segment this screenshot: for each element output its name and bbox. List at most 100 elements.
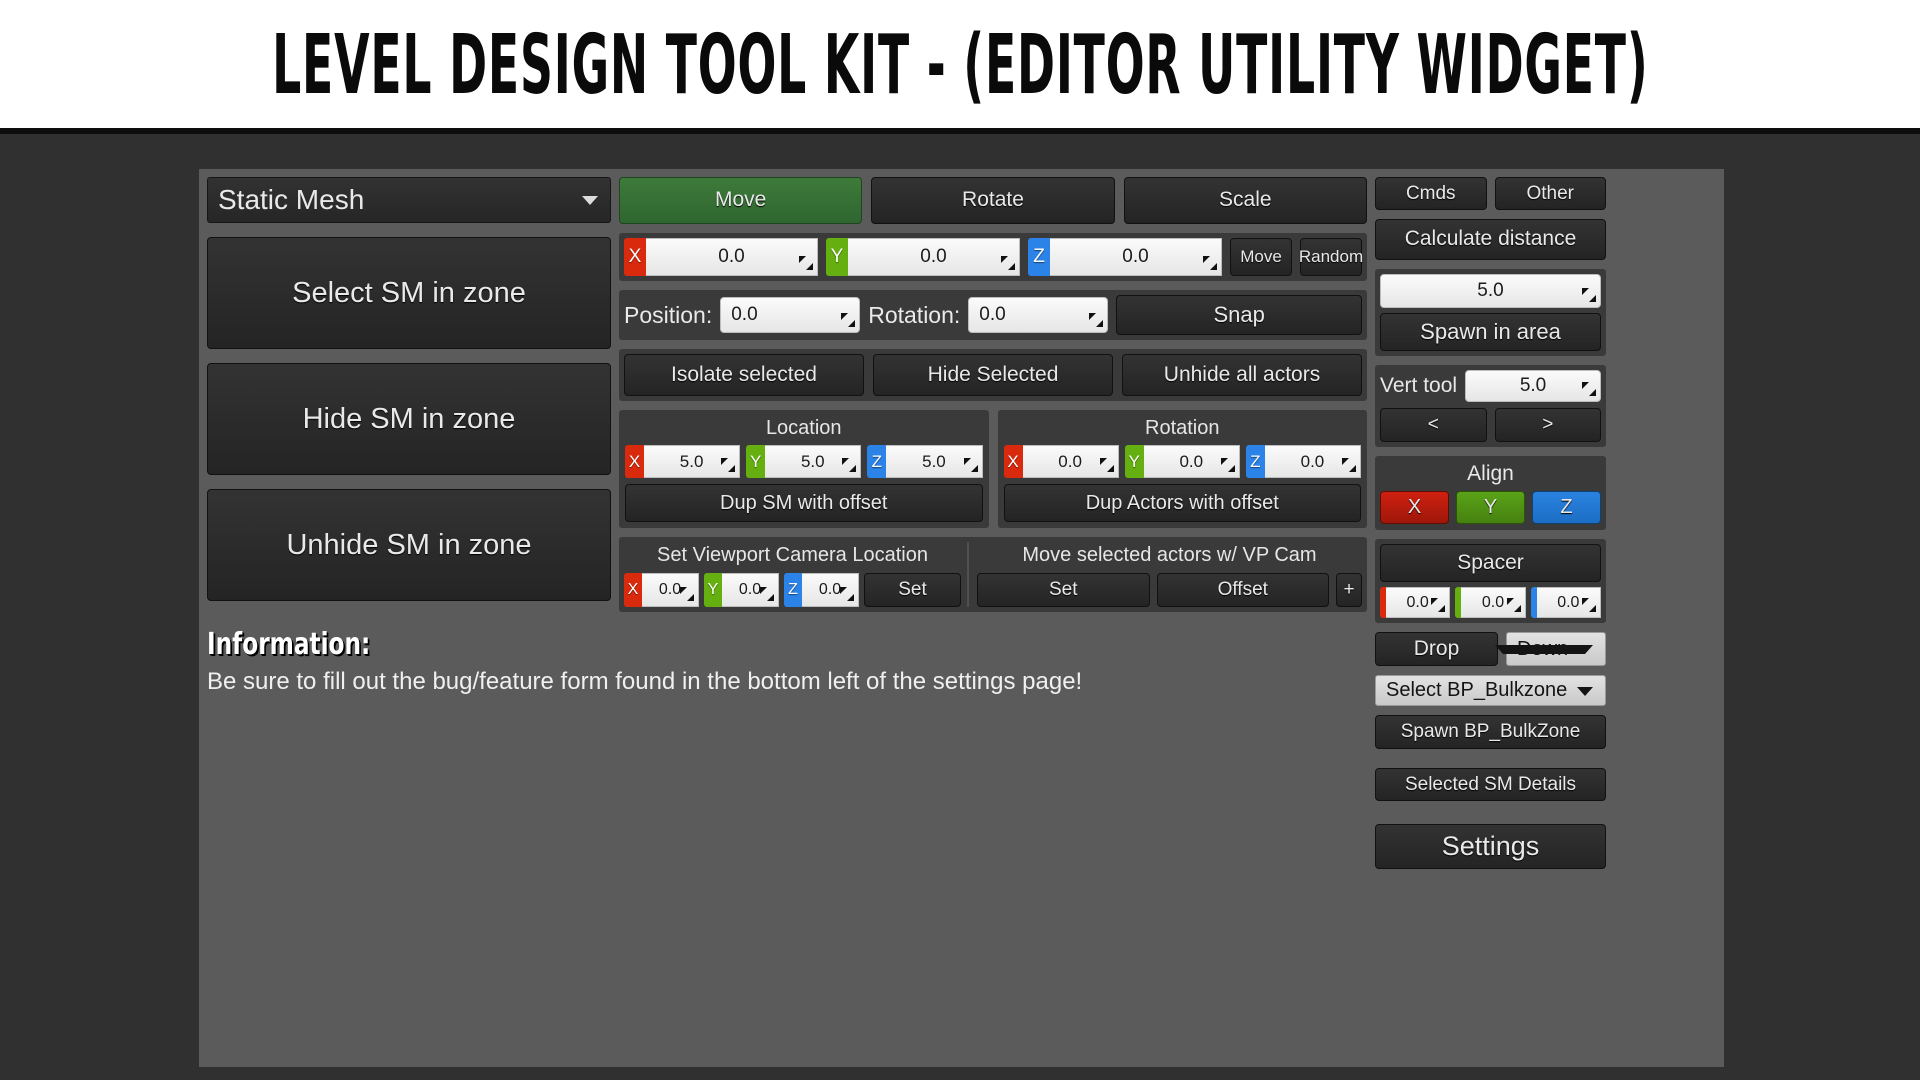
dup-rotation-z-field[interactable]: Z 0.0 [1246,445,1361,478]
transform-mode-tabs: Move Rotate Scale [619,177,1367,224]
vp-cam-y-field[interactable]: Y 0.0 [704,573,779,607]
unhide-sm-in-zone-button[interactable]: Unhide SM in zone [207,489,611,601]
dup-rotation-x-field[interactable]: X 0.0 [1004,445,1119,478]
viewport-camera-section: Set Viewport Camera Location X 0.0 Y [619,537,1367,612]
unhide-all-actors-button[interactable]: Unhide all actors [1122,354,1362,396]
vp-cam-y-value[interactable]: 0.0 [722,573,779,607]
align-z-button[interactable]: Z [1532,491,1601,524]
set-viewport-camera-button[interactable]: Set [864,573,961,607]
dup-location-y-value[interactable]: 5.0 [765,445,861,478]
transform-random-button[interactable]: Random [1300,238,1362,276]
snap-rotation-input[interactable]: 0.0 [968,297,1108,333]
vp-cam-z-value[interactable]: 0.0 [802,573,859,607]
drag-handle-icon[interactable] [1221,458,1235,472]
align-y-button[interactable]: Y [1456,491,1525,524]
spawn-in-area-button[interactable]: Spawn in area [1380,313,1601,351]
drag-handle-icon[interactable] [964,458,978,472]
tab-cmds[interactable]: Cmds [1375,177,1487,210]
vert-prev-button[interactable]: < [1380,408,1487,442]
drag-handle-icon[interactable] [1089,313,1103,327]
center-column: Move Rotate Scale X 0.0 Y [619,177,1367,1059]
drag-handle-icon[interactable] [721,458,735,472]
drag-handle-icon[interactable] [1582,382,1596,396]
transform-x-field[interactable]: X 0.0 [624,238,818,276]
select-sm-in-zone-button[interactable]: Select SM in zone [207,237,611,349]
information-text: Be sure to fill out the bug/feature form… [207,668,611,696]
drag-handle-icon[interactable] [1100,458,1114,472]
align-heading: Align [1380,460,1601,491]
tab-other[interactable]: Other [1495,177,1607,210]
drag-handle-icon[interactable] [1342,458,1356,472]
drag-handle-icon[interactable] [842,458,856,472]
move-actors-set-button[interactable]: Set [977,573,1150,607]
spacer-x-value[interactable]: 0.0 [1386,587,1450,618]
vert-next-button[interactable]: > [1495,408,1602,442]
dup-rotation-x-value[interactable]: 0.0 [1023,445,1119,478]
spawn-amount-input[interactable]: 5.0 [1380,274,1601,308]
bulkzone-select-dropdown[interactable]: Select BP_Bulkzone [1375,675,1606,706]
drag-handle-icon[interactable] [841,313,855,327]
transform-move-button[interactable]: Move [1230,238,1292,276]
tab-rotate[interactable]: Rotate [871,177,1114,224]
dup-rotation-y-field[interactable]: Y 0.0 [1125,445,1240,478]
drag-handle-icon[interactable] [1203,256,1217,270]
dup-rotation-y-value[interactable]: 0.0 [1144,445,1240,478]
dup-rotation-z-value[interactable]: 0.0 [1265,445,1361,478]
vert-tool-input[interactable]: 5.0 [1465,370,1601,402]
dup-location-x-field[interactable]: X 5.0 [625,445,740,478]
dup-actors-with-offset-button[interactable]: Dup Actors with offset [1004,484,1362,522]
drag-handle-icon[interactable] [760,587,774,601]
calculate-distance-button[interactable]: Calculate distance [1375,219,1606,260]
vp-cam-x-field[interactable]: X 0.0 [624,573,699,607]
drag-handle-icon[interactable] [1431,598,1445,612]
dup-location-y-field[interactable]: Y 5.0 [746,445,861,478]
vp-cam-x-value[interactable]: 0.0 [642,573,699,607]
axis-x-label: X [625,445,644,478]
drag-handle-icon[interactable] [680,587,694,601]
set-viewport-camera-heading: Set Viewport Camera Location [624,542,961,573]
chevron-down-icon [1495,645,1593,654]
drag-handle-icon[interactable] [799,256,813,270]
tab-scale[interactable]: Scale [1124,177,1367,224]
selected-sm-details-button[interactable]: Selected SM Details [1375,768,1606,801]
transform-x-value[interactable]: 0.0 [646,238,818,276]
dup-location-x-value[interactable]: 5.0 [644,445,740,478]
drop-direction-dropdown[interactable]: Down [1506,632,1606,666]
page-title: LEVEL DESIGN TOOL KIT - (EDITOR UTILITY … [272,16,1648,112]
isolate-selected-button[interactable]: Isolate selected [624,354,864,396]
hide-selected-button[interactable]: Hide Selected [873,354,1113,396]
drag-handle-icon[interactable] [1582,598,1596,612]
dup-location-z-field[interactable]: Z 5.0 [867,445,982,478]
drag-handle-icon[interactable] [1507,598,1521,612]
drop-button[interactable]: Drop [1375,632,1498,666]
dup-location-z-value[interactable]: 5.0 [886,445,982,478]
settings-button[interactable]: Settings [1375,824,1606,869]
align-x-button[interactable]: X [1380,491,1449,524]
move-actors-offset-button[interactable]: Offset [1157,573,1330,607]
spawn-in-area-group: 5.0 Spawn in area [1375,269,1606,356]
snap-position-input[interactable]: 0.0 [720,297,860,333]
transform-z-field[interactable]: Z 0.0 [1028,238,1222,276]
actor-type-dropdown[interactable]: Static Mesh [207,177,611,223]
snap-button[interactable]: Snap [1116,295,1362,335]
transform-z-value[interactable]: 0.0 [1050,238,1222,276]
drag-handle-icon[interactable] [1582,288,1596,302]
transform-y-field[interactable]: Y 0.0 [826,238,1020,276]
tab-move[interactable]: Move [619,177,862,224]
set-viewport-camera-group: Set Viewport Camera Location X 0.0 Y [624,542,969,607]
vert-tool-label: Vert tool [1380,374,1457,398]
spawn-bulkzone-button[interactable]: Spawn BP_BulkZone [1375,715,1606,749]
spacer-z-field[interactable]: 0.0 [1531,587,1601,618]
move-actors-plus-button[interactable]: + [1336,573,1362,607]
vp-cam-z-field[interactable]: Z 0.0 [784,573,859,607]
transform-y-value[interactable]: 0.0 [848,238,1020,276]
dup-sm-with-offset-button[interactable]: Dup SM with offset [625,484,983,522]
spacer-z-value[interactable]: 0.0 [1537,587,1601,618]
spacer-y-field[interactable]: 0.0 [1455,587,1525,618]
drag-handle-icon[interactable] [840,587,854,601]
spacer-y-value[interactable]: 0.0 [1461,587,1525,618]
spacer-x-field[interactable]: 0.0 [1380,587,1450,618]
spacer-button[interactable]: Spacer [1380,544,1601,582]
hide-sm-in-zone-button[interactable]: Hide SM in zone [207,363,611,475]
drag-handle-icon[interactable] [1001,256,1015,270]
